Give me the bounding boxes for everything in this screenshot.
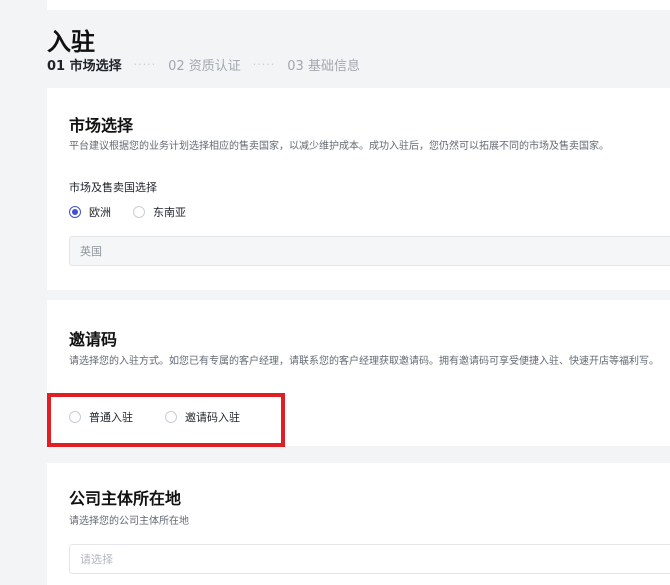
company-location-select[interactable]: 请选择 [69, 544, 670, 574]
market-field-label: 市场及售卖国选择 [69, 181, 157, 194]
country-select[interactable]: 英国 [69, 236, 670, 266]
company-location-card: 公司主体所在地 请选择您的公司主体所在地 请选择 [47, 463, 670, 585]
market-radio-group: 欧洲 东南亚 [69, 204, 186, 220]
page-title: 入驻 [47, 28, 95, 56]
radio-europe[interactable]: 欧洲 [69, 204, 111, 220]
market-section-title: 市场选择 [69, 116, 134, 135]
market-selection-card: 市场选择 平台建议根据您的业务计划选择相应的售卖国家，以减少维护成本。成功入驻后… [47, 88, 670, 290]
radio-unchecked-icon [133, 206, 145, 218]
top-card-edge [47, 0, 670, 10]
step-qualification: 02 资质认证 [168, 59, 241, 74]
step-separator: ····· [252, 58, 276, 71]
company-section-description: 请选择您的公司主体所在地 [69, 516, 189, 527]
radio-southeast-asia[interactable]: 东南亚 [133, 204, 186, 220]
step-indicator: 01 市场选择 ····· 02 资质认证 ····· 03 基础信息 [47, 55, 360, 74]
company-location-placeholder: 请选择 [80, 553, 113, 566]
invite-section-title: 邀请码 [69, 330, 118, 349]
step-market-selection: 01 市场选择 [47, 59, 122, 74]
radio-checked-icon [69, 206, 81, 218]
highlight-box [47, 393, 285, 447]
country-select-value: 英国 [80, 245, 102, 258]
radio-europe-label: 欧洲 [89, 206, 111, 219]
company-section-title: 公司主体所在地 [69, 489, 182, 508]
step-separator: ····· [133, 58, 157, 71]
invite-section-description: 请选择您的入驻方式。如您已有专属的客户经理，请联系您的客户经理获取邀请码。拥有邀… [69, 356, 659, 367]
step-basic-info: 03 基础信息 [287, 59, 360, 74]
market-section-description: 平台建议根据您的业务计划选择相应的售卖国家，以减少维护成本。成功入驻后，您仍然可… [69, 141, 609, 152]
radio-southeast-asia-label: 东南亚 [153, 206, 186, 219]
